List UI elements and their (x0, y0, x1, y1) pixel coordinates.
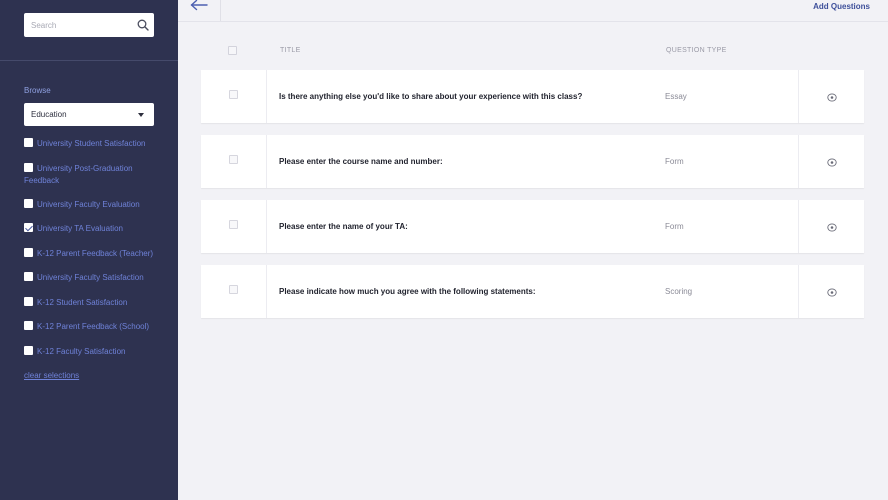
question-title: Please enter the name of your TA: (279, 222, 408, 231)
category-label: K-12 Faculty Satisfaction (37, 346, 126, 356)
table-row[interactable]: Please enter the name of your TA: Form (201, 200, 864, 253)
question-title: Please indicate how much you agree with … (279, 287, 536, 296)
eye-icon[interactable] (827, 288, 837, 297)
category-item[interactable]: K-12 Parent Feedback (Teacher) (24, 247, 164, 261)
eye-icon[interactable] (827, 223, 837, 232)
question-title: Is there anything else you'd like to sha… (279, 92, 583, 101)
category-label: University Faculty Evaluation (37, 199, 140, 209)
question-type: Scoring (665, 287, 693, 296)
category-checkbox[interactable] (24, 198, 33, 208)
category-label: K-12 Parent Feedback (Teacher) (37, 248, 154, 258)
category-checkbox[interactable] (24, 247, 33, 257)
category-checkbox[interactable] (24, 138, 33, 147)
category-select-value: Education (31, 110, 67, 119)
category-checkbox[interactable] (24, 321, 33, 330)
category-checkbox[interactable] (24, 272, 33, 281)
sidebar-divider (0, 60, 178, 61)
row-checkbox[interactable] (229, 155, 238, 164)
preview-cell (798, 265, 864, 318)
question-type: Form (665, 222, 684, 231)
row-checkbox-cell (201, 70, 267, 123)
category-label: University TA Evaluation (37, 224, 123, 233)
row-checkbox-cell (201, 265, 267, 318)
category-checkbox[interactable] (24, 162, 33, 172)
category-item[interactable]: University Student Satisfaction (24, 138, 164, 151)
category-select[interactable]: Education (24, 103, 154, 126)
search-icon[interactable] (137, 19, 149, 31)
category-list: University Student Satisfaction Universi… (24, 138, 164, 358)
category-label: University Faculty Satisfaction (37, 273, 144, 282)
row-checkbox[interactable] (229, 285, 238, 294)
row-checkbox-cell (201, 200, 267, 253)
select-all-checkbox[interactable] (228, 46, 237, 55)
search-input[interactable] (24, 13, 134, 37)
preview-cell (798, 200, 864, 253)
topbar-separator (220, 0, 221, 21)
category-checkbox[interactable] (24, 296, 33, 306)
table-row[interactable]: Please indicate how much you agree with … (201, 265, 864, 318)
question-type: Form (665, 157, 684, 166)
row-checkbox[interactable] (229, 90, 238, 99)
column-header-title[interactable]: TITLE (280, 47, 301, 54)
category-checkbox[interactable] (24, 345, 33, 355)
category-item[interactable]: K-12 Student Satisfaction (24, 296, 164, 310)
category-item[interactable]: University Faculty Satisfaction (24, 272, 164, 285)
category-checkbox-checked[interactable] (24, 223, 33, 232)
add-questions-button[interactable]: Add Questions (813, 2, 870, 11)
category-label: University Post-Graduation Feedback (24, 163, 133, 186)
category-item[interactable]: University Post-Graduation Feedback (24, 162, 164, 188)
category-label: K-12 Parent Feedback (School) (37, 322, 150, 331)
preview-cell (798, 70, 864, 123)
category-item[interactable]: University TA Evaluation (24, 223, 164, 236)
category-item[interactable]: K-12 Faculty Satisfaction (24, 345, 164, 359)
category-label: University Student Satisfaction (37, 139, 146, 148)
sidebar: Browse Education University Student Sati… (0, 0, 178, 500)
caret-down-icon (138, 113, 144, 117)
category-label: K-12 Student Satisfaction (37, 297, 128, 307)
topbar (178, 0, 888, 22)
arrow-left-icon[interactable] (190, 0, 208, 12)
category-item[interactable]: University Faculty Evaluation (24, 198, 164, 212)
question-title: Please enter the course name and number: (279, 157, 443, 166)
search-box (24, 13, 154, 37)
eye-icon[interactable] (827, 158, 837, 167)
browse-label: Browse (24, 86, 51, 95)
category-item[interactable]: K-12 Parent Feedback (School) (24, 321, 164, 334)
row-checkbox[interactable] (229, 220, 238, 229)
table-row[interactable]: Is there anything else you'd like to sha… (201, 70, 864, 123)
row-checkbox-cell (201, 135, 267, 188)
eye-icon[interactable] (827, 93, 837, 102)
clear-selections-link[interactable]: clear selections (24, 371, 79, 380)
preview-cell (798, 135, 864, 188)
question-type: Essay (665, 92, 687, 101)
table-row[interactable]: Please enter the course name and number:… (201, 135, 864, 188)
column-header-question-type[interactable]: QUESTION TYPE (666, 47, 727, 54)
